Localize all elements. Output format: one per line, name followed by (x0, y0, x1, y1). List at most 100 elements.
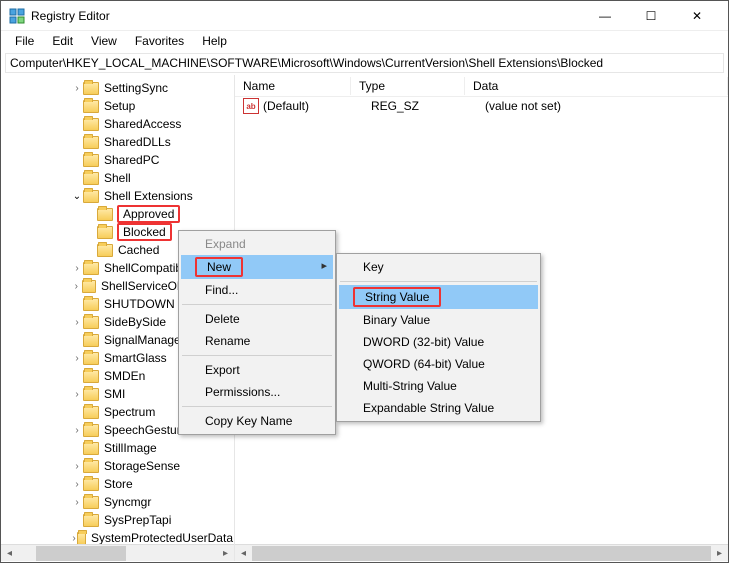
menu-edit[interactable]: Edit (44, 33, 81, 49)
tree-item-label: SMDEn (103, 369, 146, 383)
chevron-right-icon[interactable]: › (71, 281, 82, 292)
context-menu-item: Expand (181, 233, 333, 255)
context-menu-item[interactable]: Permissions... (181, 381, 333, 403)
tree-item[interactable]: Approved (1, 205, 234, 223)
chevron-down-icon[interactable]: ⌄ (71, 191, 83, 202)
chevron-right-icon[interactable]: › (71, 479, 83, 490)
close-button[interactable]: ✕ (674, 1, 720, 31)
folder-icon (83, 172, 99, 185)
tree-item-label: Cached (117, 243, 160, 257)
folder-icon (83, 460, 99, 473)
column-type[interactable]: Type (351, 77, 465, 95)
tree-item[interactable]: ›SettingSync (1, 79, 234, 97)
submenu-item[interactable]: DWORD (32-bit) Value (339, 331, 538, 353)
folder-icon (83, 442, 99, 455)
tree-item-label: SharedAccess (103, 117, 182, 131)
tree-item-label: Store (103, 477, 134, 491)
chevron-right-icon[interactable]: › (71, 83, 83, 94)
submenu-item[interactable]: Key (339, 256, 538, 278)
tree-item-label: SmartGlass (103, 351, 168, 365)
folder-icon (97, 226, 113, 239)
tree-item-label: SysPrepTapi (103, 513, 172, 527)
folder-icon (83, 100, 99, 113)
scroll-left-icon[interactable]: ◂ (1, 545, 18, 562)
tree-item-label: SHUTDOWN (103, 297, 176, 311)
value-name: (Default) (263, 99, 371, 113)
scroll-right-icon[interactable]: ▸ (711, 545, 728, 562)
submenu-item[interactable]: String Value (339, 285, 538, 309)
submenu-item[interactable]: Multi-String Value (339, 375, 538, 397)
menu-help[interactable]: Help (194, 33, 235, 49)
tree-item[interactable]: SharedPC (1, 151, 234, 169)
context-menu-item[interactable]: Rename (181, 330, 333, 352)
chevron-right-icon[interactable]: › (71, 389, 83, 400)
context-menu-item[interactable]: Copy Key Name (181, 410, 333, 432)
tree-item[interactable]: › StorageSense (1, 457, 234, 475)
folder-icon (83, 424, 99, 437)
tree-horizontal-scrollbar[interactable]: ◂ ▸ (1, 544, 234, 561)
address-bar[interactable]: Computer\HKEY_LOCAL_MACHINE\SOFTWARE\Mic… (5, 53, 724, 73)
submenu-item[interactable]: QWORD (64-bit) Value (339, 353, 538, 375)
scroll-thumb[interactable] (252, 546, 711, 561)
folder-icon (83, 388, 99, 401)
regedit-icon (9, 8, 25, 24)
list-row[interactable]: ab (Default) REG_SZ (value not set) (235, 97, 728, 115)
menu-favorites[interactable]: Favorites (127, 33, 192, 49)
tree-item[interactable]: SharedAccess (1, 115, 234, 133)
context-menu-item[interactable]: Delete (181, 308, 333, 330)
chevron-right-icon[interactable]: › (71, 425, 83, 436)
tree-item-label: StorageSense (103, 459, 181, 473)
tree-item[interactable]: › Syncmgr (1, 493, 234, 511)
menu-view[interactable]: View (83, 33, 125, 49)
chevron-right-icon[interactable]: › (71, 263, 83, 274)
context-menu-item[interactable]: New (181, 255, 333, 279)
menu-separator (182, 406, 332, 407)
tree-item-label: SharedPC (103, 153, 160, 167)
highlighted-label: String Value (353, 287, 441, 307)
tree-item[interactable]: Shell (1, 169, 234, 187)
menu-separator (340, 281, 537, 282)
context-menu-item[interactable]: Find... (181, 279, 333, 301)
tree-item-label: Syncmgr (103, 495, 152, 509)
list-header: Name Type Data (235, 75, 728, 97)
chevron-right-icon[interactable]: › (71, 497, 83, 508)
tree-item-label: SMI (103, 387, 126, 401)
tree-item[interactable]: ⌄Shell Extensions (1, 187, 234, 205)
folder-icon (77, 532, 86, 545)
chevron-right-icon[interactable]: › (71, 353, 83, 364)
column-name[interactable]: Name (235, 77, 351, 95)
tree-item[interactable]: SysPrepTapi (1, 511, 234, 529)
folder-icon (83, 298, 99, 311)
titlebar: Registry Editor — ☐ ✕ (1, 1, 728, 31)
tree-item-label: Setup (103, 99, 136, 113)
scroll-left-icon[interactable]: ◂ (235, 545, 252, 562)
submenu-item[interactable]: Expandable String Value (339, 397, 538, 419)
value-type: REG_SZ (371, 99, 485, 113)
address-text: Computer\HKEY_LOCAL_MACHINE\SOFTWARE\Mic… (10, 56, 603, 70)
tree-item[interactable]: SharedDLLs (1, 133, 234, 151)
chevron-right-icon[interactable]: › (71, 317, 83, 328)
folder-icon (83, 82, 99, 95)
context-menu-item[interactable]: Export (181, 359, 333, 381)
tree-item-label: Shell (103, 171, 132, 185)
chevron-right-icon[interactable]: › (71, 461, 83, 472)
scroll-right-icon[interactable]: ▸ (217, 545, 234, 562)
tree-item[interactable]: › Store (1, 475, 234, 493)
maximize-button[interactable]: ☐ (628, 1, 674, 31)
column-data[interactable]: Data (465, 77, 728, 95)
minimize-button[interactable]: — (582, 1, 628, 31)
folder-icon (83, 370, 99, 383)
string-value-icon: ab (243, 98, 259, 114)
menu-separator (182, 304, 332, 305)
tree-item[interactable]: Setup (1, 97, 234, 115)
menu-file[interactable]: File (7, 33, 42, 49)
tree-item[interactable]: StillImage (1, 439, 234, 457)
folder-icon (97, 208, 113, 221)
scroll-thumb[interactable] (36, 546, 126, 561)
menubar: File Edit View Favorites Help (1, 31, 728, 51)
submenu-item[interactable]: Binary Value (339, 309, 538, 331)
list-horizontal-scrollbar[interactable]: ◂ ▸ (235, 544, 728, 561)
folder-icon (83, 316, 99, 329)
folder-icon (83, 496, 99, 509)
tree-item-label: Approved (117, 205, 180, 223)
